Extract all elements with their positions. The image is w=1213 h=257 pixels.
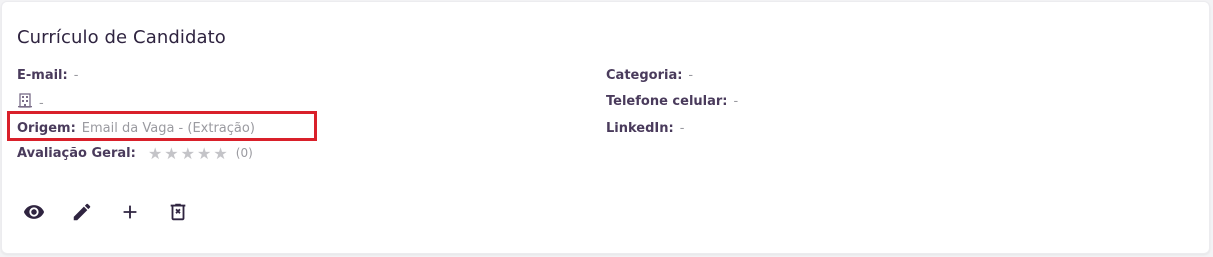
- email-label: E-mail:: [17, 68, 68, 83]
- phone-value: -: [733, 94, 739, 109]
- star-icon[interactable]: ★: [148, 145, 162, 162]
- plus-icon: [123, 205, 137, 219]
- star-icon[interactable]: ★: [164, 145, 178, 162]
- action-bar: [22, 200, 190, 224]
- pencil-icon: [73, 203, 91, 221]
- edit-button[interactable]: [70, 200, 94, 224]
- add-button[interactable]: [118, 200, 142, 224]
- linkedin-row: LinkedIn: -: [606, 120, 684, 138]
- category-label: Categoria:: [606, 68, 683, 83]
- linkedin-value: -: [679, 121, 685, 136]
- email-value: -: [73, 68, 79, 83]
- star-icon[interactable]: ★: [213, 145, 227, 162]
- rating-label: Avaliação Geral:: [17, 146, 136, 161]
- card-title: Currículo de Candidato: [17, 27, 226, 48]
- company-value: -: [39, 95, 44, 111]
- category-row: Categoria: -: [606, 67, 693, 85]
- rating-stars[interactable]: ★ ★ ★ ★ ★: [148, 145, 228, 162]
- star-icon[interactable]: ★: [181, 145, 195, 162]
- star-icon[interactable]: ★: [197, 145, 211, 162]
- category-value: -: [688, 68, 694, 83]
- rating-row: Avaliação Geral: ★ ★ ★ ★ ★ (0): [17, 144, 253, 163]
- view-button[interactable]: [22, 200, 46, 224]
- delete-button[interactable]: [166, 200, 190, 224]
- phone-row: Telefone celular: -: [606, 93, 738, 111]
- trash-icon: [170, 203, 186, 221]
- email-row: E-mail: -: [17, 67, 78, 85]
- eye-icon: [23, 205, 45, 219]
- linkedin-label: LinkedIn:: [606, 121, 674, 136]
- rating-count: (0): [235, 146, 253, 160]
- phone-label: Telefone celular:: [606, 94, 728, 109]
- highlight-box: [7, 111, 317, 141]
